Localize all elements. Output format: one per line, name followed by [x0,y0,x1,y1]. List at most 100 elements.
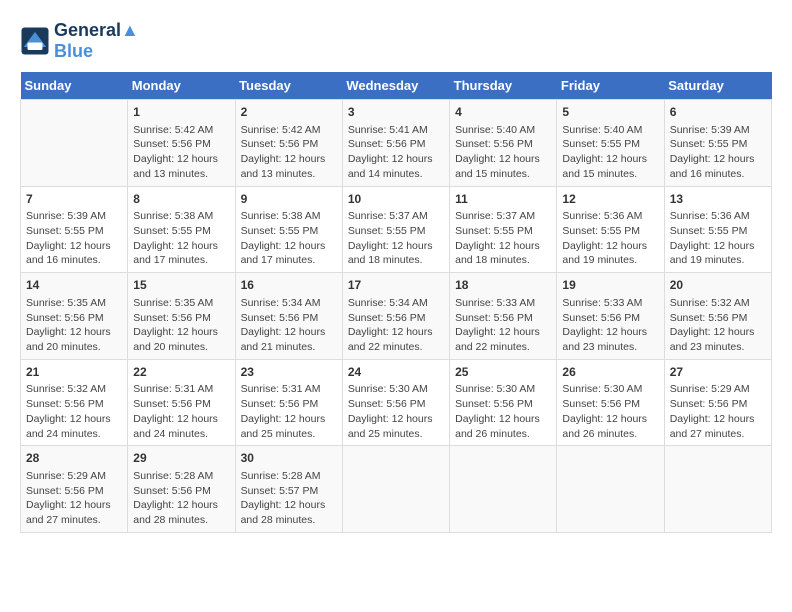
week-row-2: 7Sunrise: 5:39 AM Sunset: 5:55 PM Daylig… [21,186,772,273]
day-header-row: SundayMondayTuesdayWednesdayThursdayFrid… [21,72,772,100]
day-number: 23 [241,364,337,381]
calendar-cell: 19 Sunrise: 5:33 AM Sunset: 5:56 PM Dayli… [557,273,664,360]
day-number: 16 [241,277,337,294]
calendar-cell [21,100,128,187]
day-number: 25 [455,364,551,381]
day-content: Sunrise: 5:37 AM Sunset: 5:55 PM Dayligh… [455,209,551,268]
calendar-cell: 9Sunrise: 5:38 AM Sunset: 5:55 PM Daylig… [235,186,342,273]
day-content: Sunrise: 5:36 AM Sunset: 5:55 PM Dayligh… [670,209,766,268]
calendar-cell: 27Sunrise: 5:29 AM Sunset: 5:56 PM Dayli… [664,359,771,446]
day-header-monday: Monday [128,72,235,100]
day-content: Sunrise: 5:38 AM Sunset: 5:55 PM Dayligh… [241,209,337,268]
calendar-cell [664,446,771,533]
day-content: Sunrise: 5:30 AM Sunset: 5:56 PM Dayligh… [455,382,551,441]
day-content: Sunrise: 5:29 AM Sunset: 5:56 PM Dayligh… [26,469,122,528]
day-content: Sunrise: 5:37 AM Sunset: 5:55 PM Dayligh… [348,209,444,268]
logo: General▲ Blue [20,20,139,62]
calendar-cell [557,446,664,533]
day-content: Sunrise: 5:31 AM Sunset: 5:56 PM Dayligh… [133,382,229,441]
day-number: 21 [26,364,122,381]
calendar-cell: 30 Sunrise: 5:28 AM Sunset: 5:57 PM Dayli… [235,446,342,533]
calendar-cell: 1Sunrise: 5:42 AM Sunset: 5:56 PM Daylig… [128,100,235,187]
calendar-cell: 7Sunrise: 5:39 AM Sunset: 5:55 PM Daylig… [21,186,128,273]
day-content: Sunrise: 5:40 AM Sunset: 5:55 PM Dayligh… [562,123,658,182]
day-header-tuesday: Tuesday [235,72,342,100]
calendar-table: SundayMondayTuesdayWednesdayThursdayFrid… [20,72,772,533]
day-number: 4 [455,104,551,121]
day-content: Sunrise: 5:29 AM Sunset: 5:56 PM Dayligh… [670,382,766,441]
calendar-cell: 8Sunrise: 5:38 AM Sunset: 5:55 PM Daylig… [128,186,235,273]
week-row-3: 14Sunrise: 5:35 AM Sunset: 5:56 PM Dayli… [21,273,772,360]
header: General▲ Blue [20,20,772,62]
day-content: Sunrise: 5:32 AM Sunset: 5:56 PM Dayligh… [670,296,766,355]
calendar-cell: 20 Sunrise: 5:32 AM Sunset: 5:56 PM Dayli… [664,273,771,360]
day-number: 12 [562,191,658,208]
calendar-cell: 5 Sunrise: 5:40 AM Sunset: 5:55 PM Daylig… [557,100,664,187]
day-content: Sunrise: 5:39 AM Sunset: 5:55 PM Dayligh… [26,209,122,268]
day-number: 18 [455,277,551,294]
calendar-cell: 6 Sunrise: 5:39 AM Sunset: 5:55 PM Daylig… [664,100,771,187]
day-content: Sunrise: 5:31 AM Sunset: 5:56 PM Dayligh… [241,382,337,441]
calendar-cell: 24Sunrise: 5:30 AM Sunset: 5:56 PM Dayli… [342,359,449,446]
logo-icon [20,26,50,56]
calendar-cell: 12Sunrise: 5:36 AM Sunset: 5:55 PM Dayli… [557,186,664,273]
calendar-cell: 4 Sunrise: 5:40 AM Sunset: 5:56 PM Daylig… [450,100,557,187]
day-number: 9 [241,191,337,208]
day-number: 8 [133,191,229,208]
day-number: 17 [348,277,444,294]
day-number: 30 [241,450,337,467]
calendar-cell: 28 Sunrise: 5:29 AM Sunset: 5:56 PM Dayli… [21,446,128,533]
day-header-thursday: Thursday [450,72,557,100]
day-number: 2 [241,104,337,121]
day-number: 6 [670,104,766,121]
calendar-cell: 29 Sunrise: 5:28 AM Sunset: 5:56 PM Dayli… [128,446,235,533]
day-number: 20 [670,277,766,294]
day-header-sunday: Sunday [21,72,128,100]
calendar-cell [450,446,557,533]
calendar-cell: 10Sunrise: 5:37 AM Sunset: 5:55 PM Dayli… [342,186,449,273]
day-number: 10 [348,191,444,208]
calendar-cell: 3 Sunrise: 5:41 AM Sunset: 5:56 PM Daylig… [342,100,449,187]
week-row-1: 1Sunrise: 5:42 AM Sunset: 5:56 PM Daylig… [21,100,772,187]
day-content: Sunrise: 5:28 AM Sunset: 5:56 PM Dayligh… [133,469,229,528]
day-number: 7 [26,191,122,208]
day-content: Sunrise: 5:35 AM Sunset: 5:56 PM Dayligh… [133,296,229,355]
day-content: Sunrise: 5:28 AM Sunset: 5:57 PM Dayligh… [241,469,337,528]
day-content: Sunrise: 5:36 AM Sunset: 5:55 PM Dayligh… [562,209,658,268]
day-number: 26 [562,364,658,381]
day-content: Sunrise: 5:30 AM Sunset: 5:56 PM Dayligh… [562,382,658,441]
calendar-cell: 26Sunrise: 5:30 AM Sunset: 5:56 PM Dayli… [557,359,664,446]
calendar-cell: 13Sunrise: 5:36 AM Sunset: 5:55 PM Dayli… [664,186,771,273]
calendar-cell: 2 Sunrise: 5:42 AM Sunset: 5:56 PM Daylig… [235,100,342,187]
day-number: 15 [133,277,229,294]
day-content: Sunrise: 5:30 AM Sunset: 5:56 PM Dayligh… [348,382,444,441]
day-content: Sunrise: 5:39 AM Sunset: 5:55 PM Dayligh… [670,123,766,182]
day-content: Sunrise: 5:42 AM Sunset: 5:56 PM Dayligh… [241,123,337,182]
day-header-friday: Friday [557,72,664,100]
day-number: 29 [133,450,229,467]
day-number: 3 [348,104,444,121]
calendar-cell: 18 Sunrise: 5:33 AM Sunset: 5:56 PM Dayli… [450,273,557,360]
day-number: 11 [455,191,551,208]
day-content: Sunrise: 5:42 AM Sunset: 5:56 PM Dayligh… [133,123,229,182]
day-number: 13 [670,191,766,208]
week-row-4: 21Sunrise: 5:32 AM Sunset: 5:56 PM Dayli… [21,359,772,446]
logo-text: General▲ Blue [54,20,139,62]
day-number: 27 [670,364,766,381]
day-content: Sunrise: 5:35 AM Sunset: 5:56 PM Dayligh… [26,296,122,355]
calendar-cell: 21Sunrise: 5:32 AM Sunset: 5:56 PM Dayli… [21,359,128,446]
day-number: 5 [562,104,658,121]
week-row-5: 28 Sunrise: 5:29 AM Sunset: 5:56 PM Dayli… [21,446,772,533]
day-content: Sunrise: 5:40 AM Sunset: 5:56 PM Dayligh… [455,123,551,182]
calendar-cell: 11Sunrise: 5:37 AM Sunset: 5:55 PM Dayli… [450,186,557,273]
calendar-cell: 23Sunrise: 5:31 AM Sunset: 5:56 PM Dayli… [235,359,342,446]
day-content: Sunrise: 5:38 AM Sunset: 5:55 PM Dayligh… [133,209,229,268]
day-number: 24 [348,364,444,381]
day-content: Sunrise: 5:34 AM Sunset: 5:56 PM Dayligh… [348,296,444,355]
day-content: Sunrise: 5:33 AM Sunset: 5:56 PM Dayligh… [562,296,658,355]
calendar-cell: 25Sunrise: 5:30 AM Sunset: 5:56 PM Dayli… [450,359,557,446]
day-content: Sunrise: 5:33 AM Sunset: 5:56 PM Dayligh… [455,296,551,355]
day-number: 19 [562,277,658,294]
day-content: Sunrise: 5:41 AM Sunset: 5:56 PM Dayligh… [348,123,444,182]
day-number: 28 [26,450,122,467]
